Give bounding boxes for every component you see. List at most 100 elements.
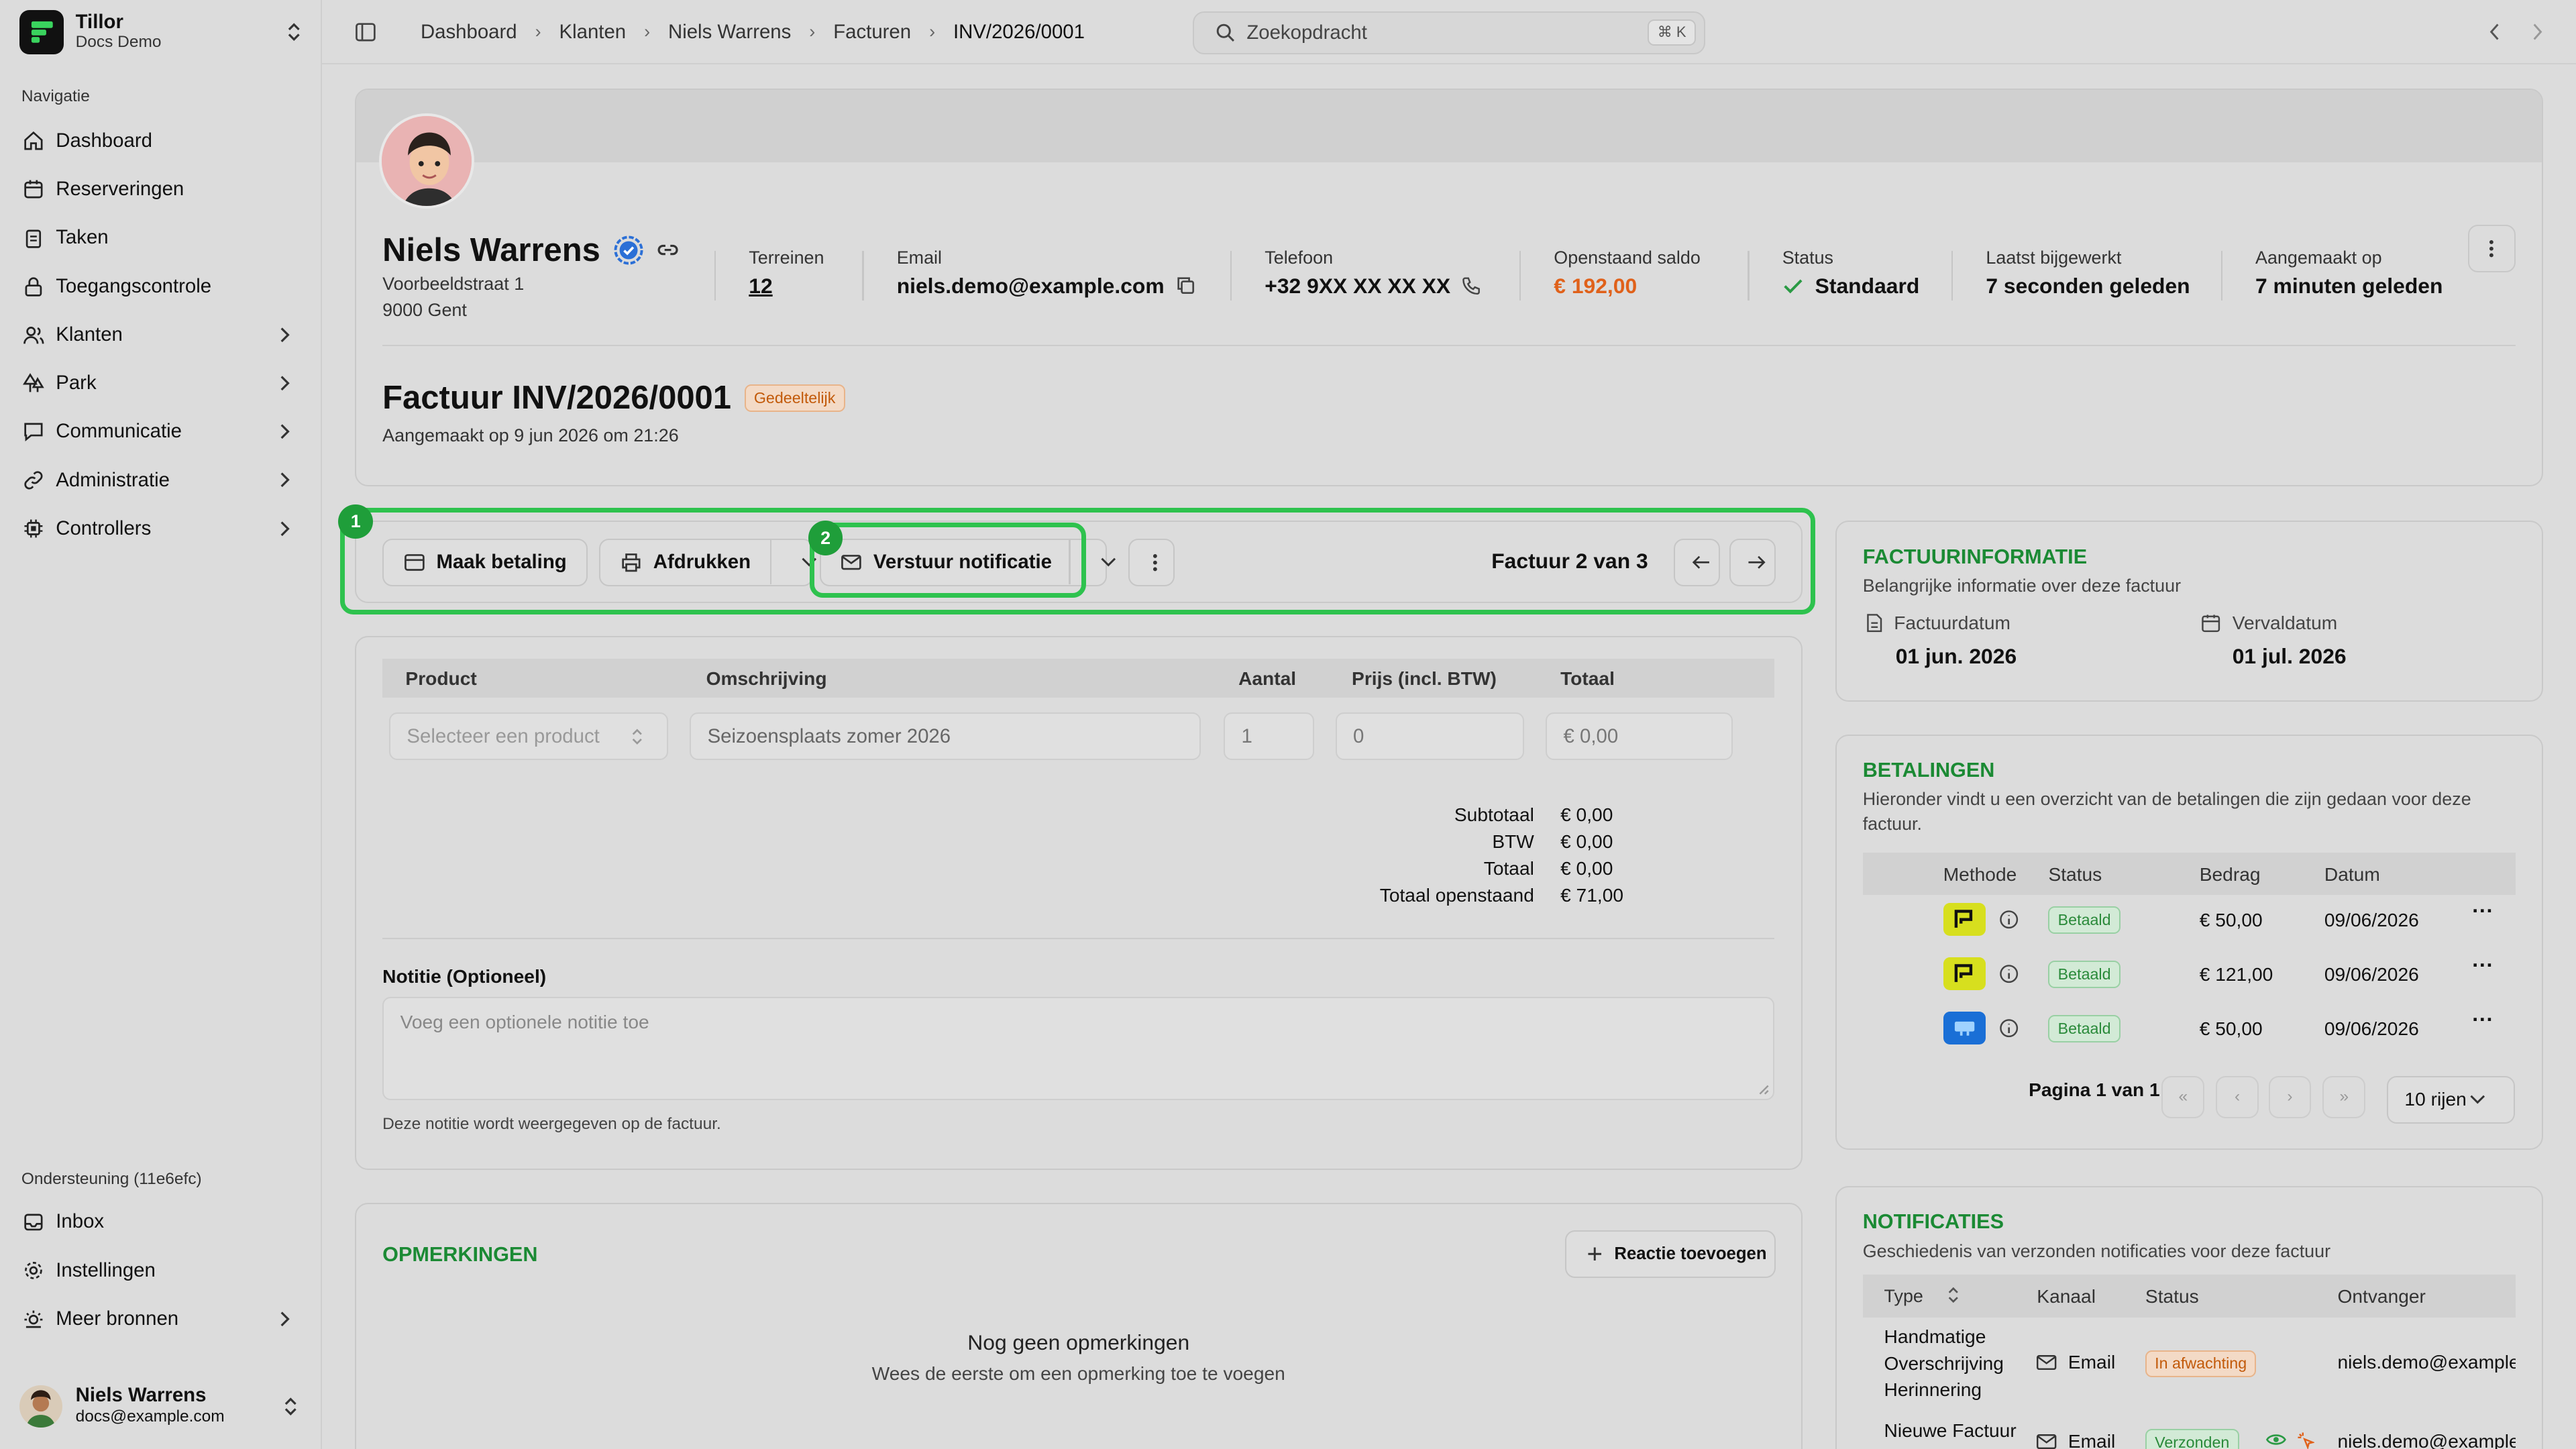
invoice-info-title: FACTUURINFORMATIE xyxy=(1862,545,2088,568)
breadcrumb-klanten[interactable]: Klanten xyxy=(559,21,627,44)
quantity-input[interactable]: 1 xyxy=(1224,712,1314,761)
sidebar-item-park[interactable]: Park xyxy=(13,359,309,407)
stat-label: Email xyxy=(896,248,943,268)
sidebar: Tillor Docs Demo Navigatie Dashboard Res… xyxy=(0,0,322,1449)
phone-icon[interactable] xyxy=(1462,276,1481,295)
payment-date: 09/06/2026 xyxy=(2324,964,2419,985)
payments-header: BETALINGEN Hieronder vindt u een overzic… xyxy=(1863,759,2520,837)
row-actions-icon[interactable]: ··· xyxy=(2472,953,2493,977)
chevron-right-icon[interactable] xyxy=(2532,23,2543,41)
add-comment-button[interactable]: Reactie toevoegen xyxy=(1565,1230,1776,1278)
stat-label: Terreinen xyxy=(749,248,824,268)
divider xyxy=(2220,251,2223,301)
note-label: Notitie (Optioneel) xyxy=(382,965,547,987)
sidebar-item-instellingen[interactable]: Instellingen xyxy=(13,1246,309,1295)
col-type: Type xyxy=(1884,1286,1923,1307)
notifications-sub: Geschiedenis van verzonden notificaties … xyxy=(1862,1240,2331,1261)
breadcrumb-current: INV/2026/0001 xyxy=(953,20,1085,43)
terreinen-link[interactable]: 12 xyxy=(749,274,824,299)
product-select[interactable]: Selecteer een product xyxy=(388,712,669,761)
stat-terreinen: Terreinen 12 xyxy=(749,248,824,298)
row-actions-icon[interactable]: ··· xyxy=(2472,1007,2493,1032)
sort-icon[interactable] xyxy=(1947,1286,1960,1304)
sidebar-item-dashboard[interactable]: Dashboard xyxy=(13,117,309,165)
top-bar: Dashboard › Klanten › Niels Warrens › Fa… xyxy=(322,0,2576,64)
invoice-created: Aangemaakt op 9 jun 2026 om 21:26 xyxy=(382,425,679,445)
divider xyxy=(1951,251,1953,301)
product-placeholder: Selecteer een product xyxy=(407,724,600,747)
sidebar-item-inbox[interactable]: Inbox xyxy=(13,1197,309,1246)
sidebar-item-communicatie[interactable]: Communicatie xyxy=(13,407,309,455)
search-input[interactable]: Zoekopdracht ⌘ K xyxy=(1192,11,1706,54)
payment-status-badge: Betaald xyxy=(2048,906,2121,934)
sidebar-item-administratie[interactable]: Administratie xyxy=(13,456,309,504)
highlight-marker-2: 2 xyxy=(808,521,843,555)
sidebar-item-meer-bronnen[interactable]: Meer bronnen xyxy=(13,1295,309,1343)
highlight-box-2 xyxy=(810,522,1086,598)
sidebar-item-reserveringen[interactable]: Reserveringen xyxy=(13,165,309,213)
sidebar-item-klanten[interactable]: Klanten xyxy=(13,311,309,359)
payment-status-badge: Betaald xyxy=(2048,961,2121,988)
sidebar-item-label: Klanten xyxy=(56,323,123,345)
link-icon[interactable] xyxy=(655,237,681,263)
chevron-down-icon xyxy=(2469,1093,2485,1105)
price-input[interactable]: 0 xyxy=(1335,712,1525,761)
description-input[interactable]: Seizoensplaats zomer 2026 xyxy=(690,712,1201,761)
chevron-left-icon[interactable] xyxy=(2489,23,2500,41)
invoice-title: Factuur INV/2026/0001 xyxy=(382,380,732,417)
resize-handle-icon[interactable] xyxy=(1758,1084,1770,1095)
customer-header-card: Niels Warrens Voorbeeldstraat 1 9000 Gen… xyxy=(354,89,2544,486)
chevrons-up-down-icon xyxy=(286,22,302,42)
profile-banner xyxy=(356,90,2542,162)
rows-per-page-value: 10 rijen xyxy=(2404,1089,2467,1110)
invoice-date: 01 jun. 2026 xyxy=(1895,643,2017,668)
next-page-button[interactable]: › xyxy=(2268,1075,2312,1119)
mail-icon xyxy=(2037,1355,2057,1371)
stat-telefoon: Telefoon +32 9XX XX XX XX xyxy=(1265,248,1481,298)
channel-label: Email xyxy=(2068,1352,2116,1373)
click-icon[interactable] xyxy=(2296,1431,2315,1449)
brand-sub: Docs Demo xyxy=(75,32,162,51)
customer-more-button[interactable] xyxy=(2467,225,2516,273)
line-total: € 0,00 xyxy=(1546,712,1733,761)
notifications-table-header: Type Kanaal Status Ontvanger xyxy=(1862,1274,2516,1318)
bancontact-icon xyxy=(1943,1012,1986,1045)
breadcrumb-facturen[interactable]: Facturen xyxy=(833,21,911,44)
divider xyxy=(1230,251,1232,301)
note-textarea[interactable]: Voeg een optionele notitie toe xyxy=(382,997,1775,1101)
workspace-switcher[interactable]: Tillor Docs Demo xyxy=(19,9,302,54)
row-actions-icon[interactable]: ··· xyxy=(2472,898,2493,923)
sidebar-toggle-icon[interactable] xyxy=(355,21,376,43)
invoice-date-label-row: Factuurdatum xyxy=(1866,612,2010,634)
breadcrumb-separator-icon: › xyxy=(929,21,936,42)
rows-per-page-select[interactable]: 10 rijen xyxy=(2386,1075,2515,1124)
sidebar-item-controllers[interactable]: Controllers xyxy=(13,504,309,553)
invoice-status-badge: Gedeeltelijk xyxy=(744,384,845,412)
stat-status: Status Standaard xyxy=(1782,248,1920,298)
notification-status-badge: In afwachting xyxy=(2145,1350,2257,1378)
breadcrumb-dashboard[interactable]: Dashboard xyxy=(421,21,517,44)
info-icon[interactable] xyxy=(1999,964,2019,983)
stat-label: Status xyxy=(1782,248,1834,268)
notification-type: Handmatige Overschrijving Herinnering xyxy=(1884,1326,2004,1400)
divider xyxy=(714,251,716,301)
info-icon[interactable] xyxy=(1999,1018,2019,1038)
sidebar-item-toegangscontrole[interactable]: Toegangscontrole xyxy=(13,262,309,311)
table-row: Betaald € 121,00 09/06/2026 ··· xyxy=(1863,949,2516,998)
payment-date: 09/06/2026 xyxy=(2324,1018,2419,1039)
nav-heading: Navigatie xyxy=(21,87,90,105)
breadcrumb-customer[interactable]: Niels Warrens xyxy=(668,21,791,44)
home-icon xyxy=(23,130,44,152)
user-menu[interactable]: Niels Warrens docs@example.com xyxy=(13,1373,309,1439)
last-page-button[interactable]: » xyxy=(2322,1075,2366,1119)
info-icon[interactable] xyxy=(1999,910,2019,929)
eye-icon[interactable] xyxy=(2265,1432,2287,1447)
first-page-button[interactable]: « xyxy=(2161,1075,2205,1119)
sidebar-item-label: Dashboard xyxy=(56,129,152,152)
search-placeholder: Zoekopdracht xyxy=(1246,21,1367,44)
customer-street: Voorbeeldstraat 1 xyxy=(382,273,525,294)
sun-icon xyxy=(23,1308,44,1330)
copy-icon[interactable] xyxy=(1176,276,1195,295)
sidebar-item-taken[interactable]: Taken xyxy=(13,213,309,262)
prev-page-button[interactable]: ‹ xyxy=(2216,1075,2259,1119)
